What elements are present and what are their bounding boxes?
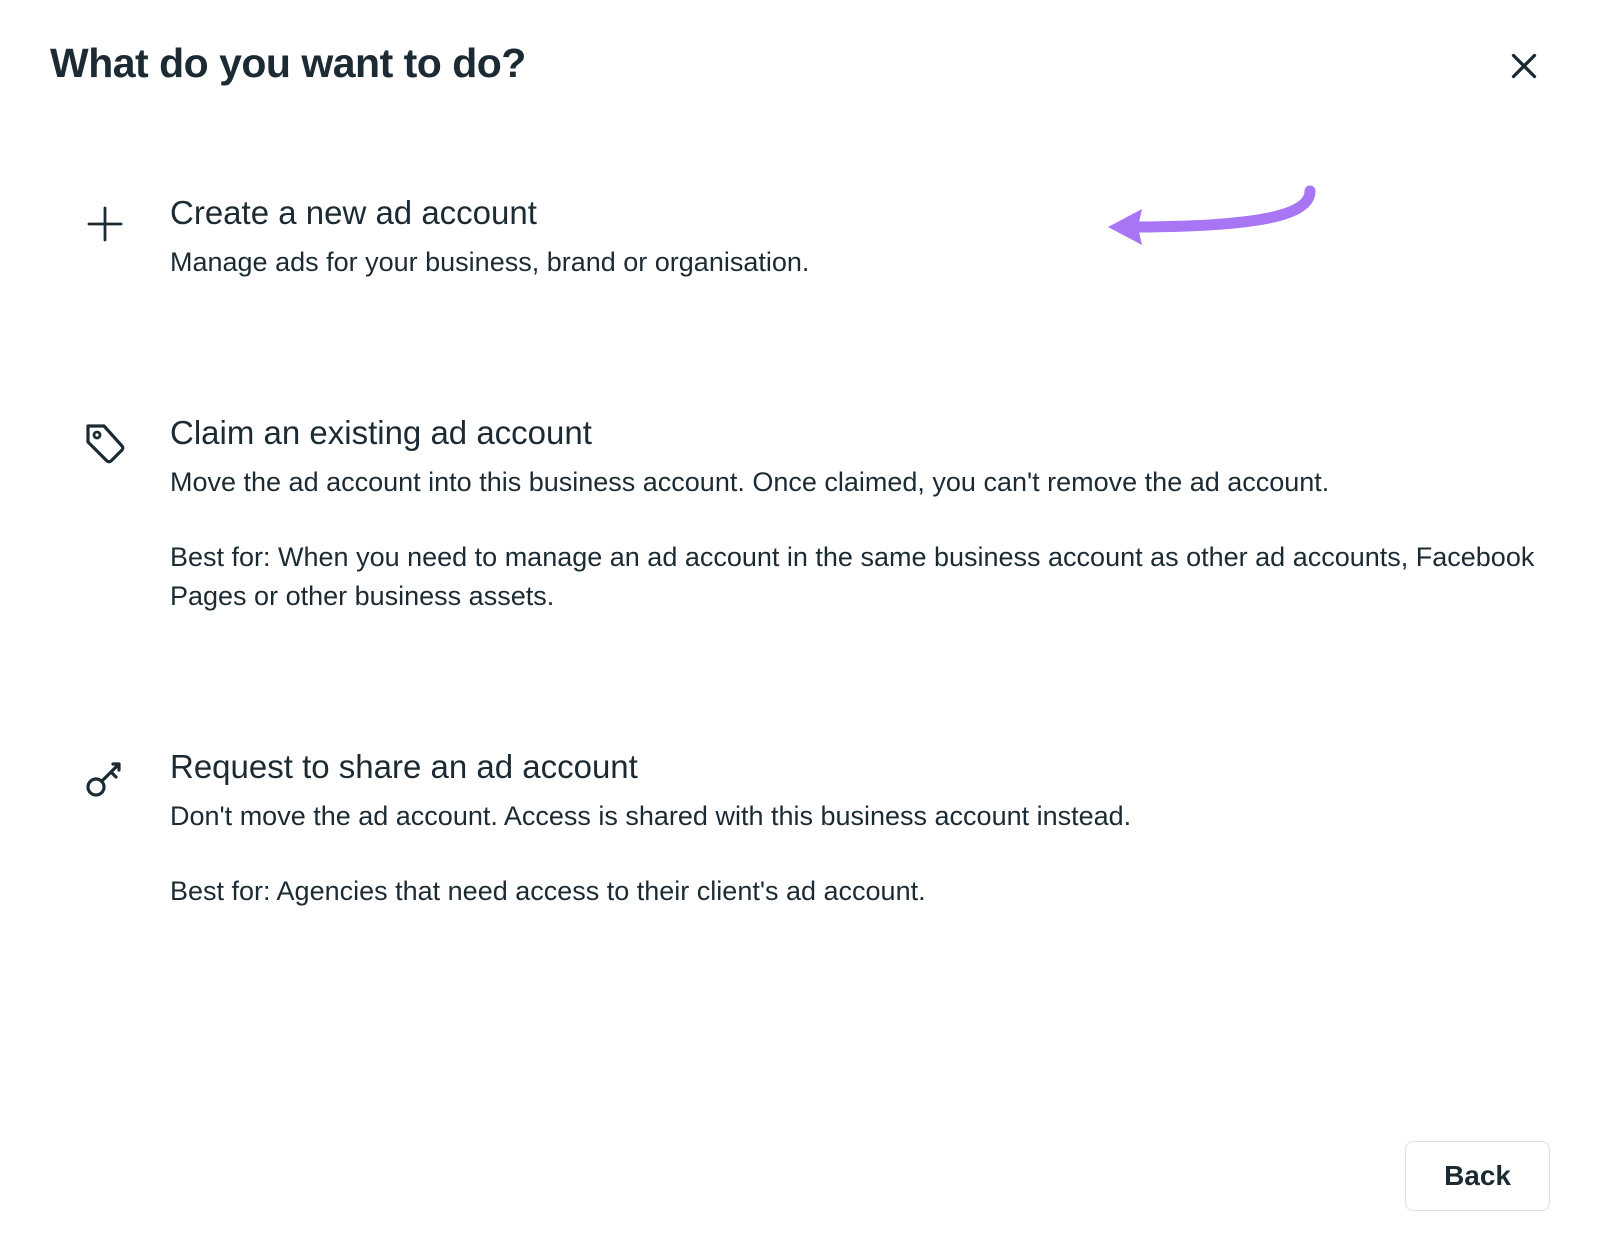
key-icon <box>75 746 135 802</box>
option-content: Create a new ad account Manage ads for y… <box>135 192 1550 282</box>
option-create-new-ad-account[interactable]: Create a new ad account Manage ads for y… <box>75 192 1550 282</box>
option-title: Request to share an ad account <box>170 746 1550 789</box>
close-button[interactable] <box>1498 40 1550 92</box>
dialog-footer: Back <box>1405 1141 1550 1211</box>
option-bestfor: Best for: When you need to manage an ad … <box>170 538 1550 616</box>
option-title: Claim an existing ad account <box>170 412 1550 455</box>
option-content: Request to share an ad account Don't mov… <box>135 746 1550 911</box>
option-description: Manage ads for your business, brand or o… <box>170 243 1550 282</box>
options-list: Create a new ad account Manage ads for y… <box>50 192 1550 912</box>
back-button[interactable]: Back <box>1405 1141 1550 1211</box>
plus-icon <box>75 192 135 248</box>
tag-icon <box>75 412 135 468</box>
dialog: What do you want to do? Create a new ad … <box>0 0 1600 1251</box>
option-description: Move the ad account into this business a… <box>170 463 1550 502</box>
option-title: Create a new ad account <box>170 192 1550 235</box>
dialog-title: What do you want to do? <box>50 40 526 87</box>
option-description: Don't move the ad account. Access is sha… <box>170 797 1550 836</box>
close-icon <box>1506 48 1542 84</box>
dialog-header: What do you want to do? <box>50 40 1550 92</box>
option-request-share-ad-account[interactable]: Request to share an ad account Don't mov… <box>75 746 1550 911</box>
option-bestfor: Best for: Agencies that need access to t… <box>170 872 1550 911</box>
option-claim-existing-ad-account[interactable]: Claim an existing ad account Move the ad… <box>75 412 1550 616</box>
option-content: Claim an existing ad account Move the ad… <box>135 412 1550 616</box>
